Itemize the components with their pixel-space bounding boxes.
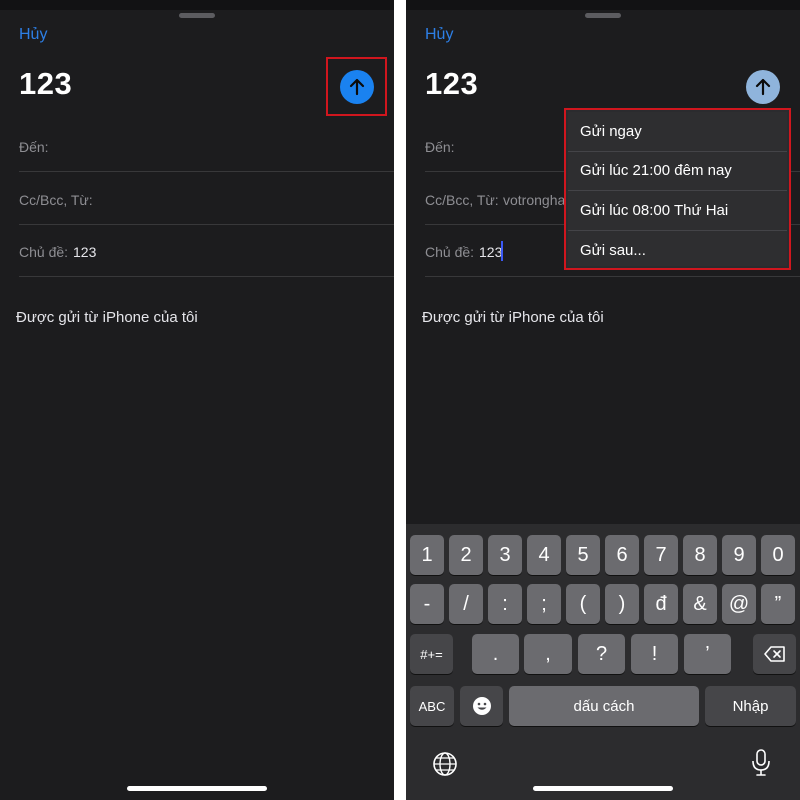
menu-item-send-now[interactable]: Gửi ngay (568, 112, 787, 152)
key-symbols-toggle[interactable]: #+= (410, 634, 453, 674)
subject-field[interactable]: Chủ đề: 123 (19, 225, 394, 277)
subject-value: 123 (479, 244, 503, 260)
subject-value: 123 (73, 244, 97, 260)
key-7[interactable]: 7 (644, 535, 678, 575)
subject-label: Chủ đề: (19, 244, 69, 260)
key-9[interactable]: 9 (722, 535, 756, 575)
cc-bcc-from-field[interactable]: Cc/Bcc, Từ: (19, 173, 394, 225)
globe-icon (433, 752, 457, 776)
page-title: 123 (19, 66, 73, 101)
menu-item-send-tonight[interactable]: Gửi lúc 21:00 đêm nay (568, 152, 787, 191)
microphone-icon (752, 749, 770, 776)
text-caret (501, 241, 503, 261)
space-key[interactable]: dấu cách (509, 686, 699, 726)
key-3[interactable]: 3 (488, 535, 522, 575)
key-8[interactable]: 8 (683, 535, 717, 575)
key-semicolon[interactable]: ; (527, 584, 561, 624)
home-indicator[interactable] (127, 786, 267, 791)
cancel-button[interactable]: Hủy (425, 26, 453, 44)
key-d-stroke[interactable]: đ (644, 584, 678, 624)
return-key[interactable]: Nhập (705, 686, 796, 726)
globe-button[interactable] (432, 751, 458, 782)
key-6[interactable]: 6 (605, 535, 639, 575)
key-apostrophe[interactable]: ’ (684, 634, 731, 674)
dictation-button[interactable] (750, 748, 772, 783)
send-button[interactable] (746, 70, 780, 104)
to-label: Đến: (425, 139, 455, 155)
backspace-icon (763, 646, 785, 662)
key-hyphen[interactable]: - (410, 584, 444, 624)
page-title: 123 (425, 66, 479, 101)
send-button-highlight (326, 57, 387, 116)
key-0[interactable]: 0 (761, 535, 795, 575)
key-5[interactable]: 5 (566, 535, 600, 575)
key-4[interactable]: 4 (527, 535, 561, 575)
key-period[interactable]: . (472, 634, 519, 674)
sheet-grabber[interactable] (585, 13, 621, 18)
menu-item-send-later[interactable]: Gửi sau... (568, 231, 787, 271)
key-question[interactable]: ? (578, 634, 625, 674)
keyboard: 1 2 3 4 5 6 7 8 9 0 - / : ; ( ) đ & @ ” … (406, 524, 800, 800)
email-body-signature[interactable]: Được gửi từ iPhone của tôi (422, 309, 604, 326)
emoji-icon (472, 697, 491, 715)
key-quote[interactable]: ” (761, 584, 795, 624)
key-1[interactable]: 1 (410, 535, 444, 575)
key-slash[interactable]: / (449, 584, 483, 624)
key-ampersand[interactable]: & (683, 584, 717, 624)
compose-screen-right: Hủy 123 Đến: Cc/Bcc, Từ: votrongha Chủ đ… (406, 0, 800, 800)
key-2[interactable]: 2 (449, 535, 483, 575)
arrow-up-icon (755, 78, 771, 96)
cc-bcc-label: Cc/Bcc, Từ: (425, 192, 499, 208)
cc-bcc-label: Cc/Bcc, Từ: (19, 192, 93, 208)
key-comma[interactable]: , (524, 634, 572, 674)
key-abc[interactable]: ABC (410, 686, 454, 726)
key-at[interactable]: @ (722, 584, 756, 624)
send-options-menu: Gửi ngay Gửi lúc 21:00 đêm nay Gửi lúc 0… (564, 108, 791, 270)
from-value: votrongha (503, 192, 566, 208)
menu-item-send-monday[interactable]: Gửi lúc 08:00 Thứ Hai (568, 191, 787, 231)
compose-screen-left: Hủy 123 Đến: Cc/Bcc, Từ: Chủ đề: 123 Đượ… (0, 0, 394, 800)
key-exclamation[interactable]: ! (631, 634, 678, 674)
emoji-key[interactable] (460, 686, 503, 726)
key-open-paren[interactable]: ( (566, 584, 600, 624)
home-indicator[interactable] (533, 786, 673, 791)
to-field[interactable]: Đến: (19, 120, 394, 172)
subject-label: Chủ đề: (425, 244, 475, 260)
sheet-background-strip (406, 0, 800, 10)
to-label: Đến: (19, 139, 49, 155)
cancel-button[interactable]: Hủy (19, 26, 47, 44)
email-body-signature[interactable]: Được gửi từ iPhone của tôi (16, 309, 198, 326)
key-colon[interactable]: : (488, 584, 522, 624)
sheet-grabber[interactable] (179, 13, 215, 18)
key-close-paren[interactable]: ) (605, 584, 639, 624)
sheet-background-strip (0, 0, 394, 10)
backspace-key[interactable] (753, 634, 796, 674)
